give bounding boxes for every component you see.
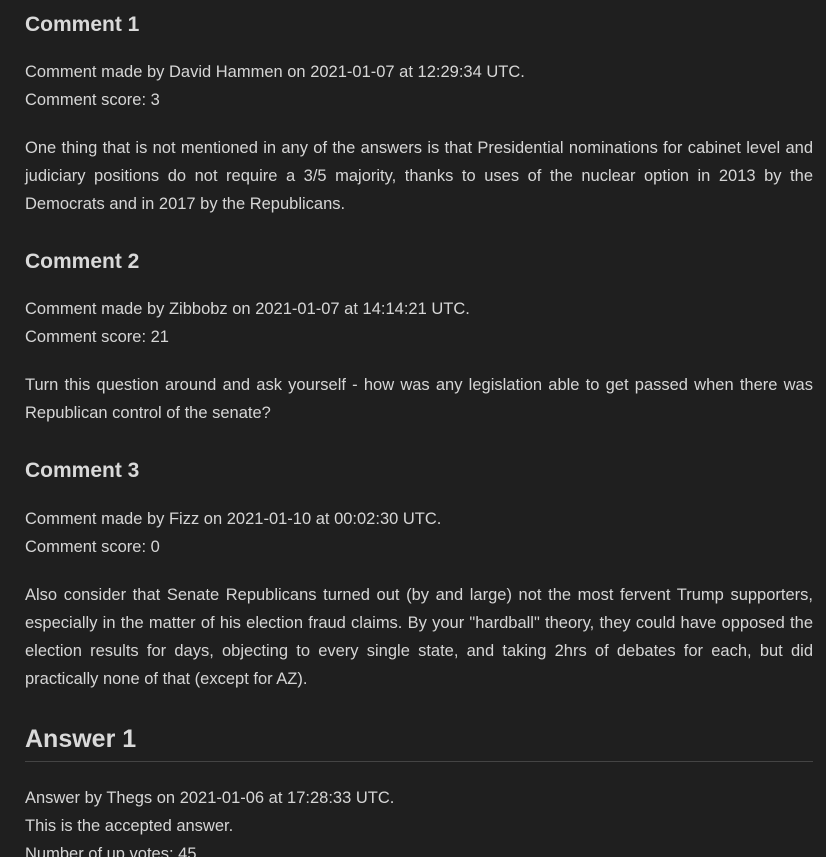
comment-heading: Comment 1 bbox=[25, 13, 140, 36]
comment-heading: Comment 3 bbox=[25, 459, 140, 482]
upvote-count: Number of up votes: 45 bbox=[25, 845, 197, 857]
comment-body: Turn this question around and ask yourse… bbox=[25, 376, 813, 422]
comment-score: Comment score: 0 bbox=[25, 538, 160, 556]
answer-divider bbox=[25, 761, 813, 762]
comment-score: Comment score: 21 bbox=[25, 328, 169, 346]
comment-body: One thing that is not mentioned in any o… bbox=[25, 139, 813, 213]
accepted-answer-note: This is the accepted answer. bbox=[25, 817, 234, 835]
comment-score: Comment score: 3 bbox=[25, 91, 160, 109]
answer-heading: Answer 1 bbox=[25, 725, 137, 753]
comment-body: Also consider that Senate Republicans tu… bbox=[25, 586, 813, 688]
comment-meta: Comment made by Zibbobz on 2021-01-07 at… bbox=[25, 300, 470, 318]
answer-header: Answer 1 bbox=[25, 723, 813, 762]
comment-meta: Comment made by David Hammen on 2021-01-… bbox=[25, 63, 525, 81]
comment-heading: Comment 2 bbox=[25, 250, 140, 273]
answer-meta: Answer by Thegs on 2021-01-06 at 17:28:3… bbox=[25, 789, 395, 807]
comment-meta: Comment made by Fizz on 2021-01-10 at 00… bbox=[25, 510, 442, 528]
